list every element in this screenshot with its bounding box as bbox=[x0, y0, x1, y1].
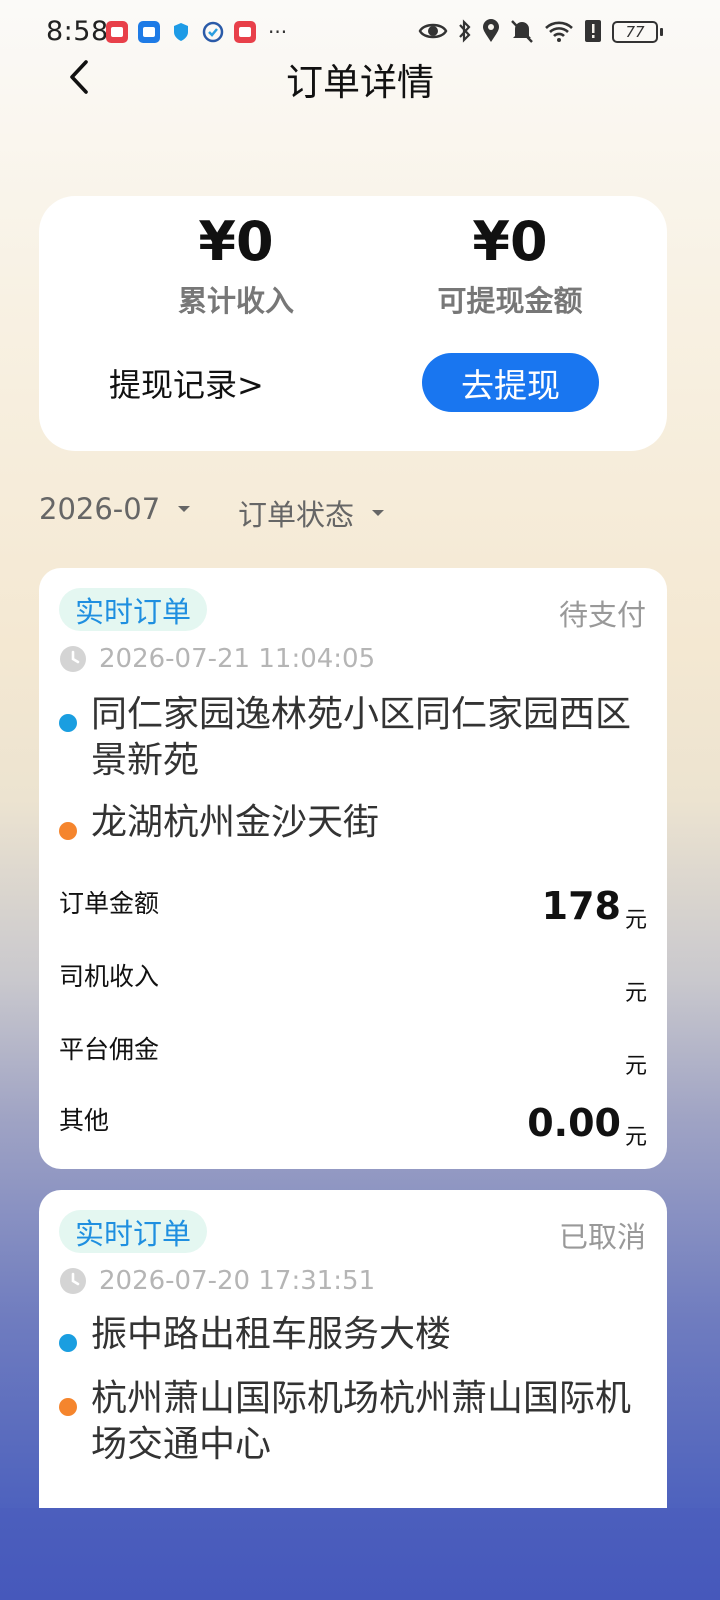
eye-icon bbox=[418, 19, 448, 47]
alert-icon bbox=[584, 18, 602, 48]
dropoff-address-text: 杭州萧山国际机场杭州萧山国际机场交通中心 bbox=[91, 1378, 632, 1465]
pickup-address-text: 振中路出租车服务大楼 bbox=[91, 1314, 452, 1355]
page-title: 订单详情 bbox=[286, 61, 434, 104]
month-filter-label: 2026-07 bbox=[39, 492, 161, 526]
caret-down-icon bbox=[372, 510, 385, 516]
other-fee-value: 0.00 bbox=[527, 1101, 621, 1145]
order-card[interactable]: 实时订单 待支付 2026-07-21 11:04:05 同仁家园逸林苑小区同仁… bbox=[39, 568, 667, 1169]
app-notification-icon bbox=[106, 21, 128, 43]
platform-commission-unit: 元 bbox=[624, 1054, 647, 1079]
security-badge-icon bbox=[202, 21, 224, 43]
pickup-address: 振中路出租车服务大楼 bbox=[59, 1312, 649, 1358]
bottom-background bbox=[0, 1508, 720, 1600]
order-time: 2026-07-20 17:31:51 bbox=[99, 1266, 376, 1296]
order-status: 待支付 bbox=[558, 598, 646, 632]
other-fee-label: 其他 bbox=[59, 1106, 110, 1135]
status-filter-label: 订单状态 bbox=[238, 498, 355, 532]
month-filter-dropdown[interactable]: 2026-07 bbox=[39, 492, 191, 526]
notification-icons: ··· bbox=[106, 20, 287, 44]
withdrawable-label: 可提现金额 bbox=[437, 284, 583, 318]
order-status: 已取消 bbox=[558, 1220, 646, 1254]
system-icons bbox=[418, 18, 602, 48]
destination-dot-icon bbox=[59, 822, 77, 840]
pickup-address: 同仁家园逸林苑小区同仁家园西区景新苑 bbox=[59, 692, 649, 784]
app-notification-icon bbox=[234, 21, 256, 43]
bluetooth-icon bbox=[458, 18, 472, 48]
total-income-label: 累计收入 bbox=[177, 284, 294, 318]
order-type-tag: 实时订单 bbox=[59, 1210, 208, 1253]
dropoff-address: 龙湖杭州金沙天街 bbox=[59, 800, 649, 846]
order-status-filter-dropdown[interactable]: 订单状态 bbox=[238, 492, 385, 534]
destination-dot-icon bbox=[59, 1398, 77, 1416]
battery-level: 77 bbox=[612, 21, 658, 43]
origin-dot-icon bbox=[59, 714, 77, 732]
origin-dot-icon bbox=[59, 1334, 77, 1352]
status-time: 8:58 bbox=[46, 16, 109, 47]
clock-icon bbox=[60, 1268, 86, 1294]
other-fee-unit: 元 bbox=[624, 1125, 647, 1150]
order-time: 2026-07-21 11:04:05 bbox=[99, 644, 376, 674]
dropoff-address-text: 龙湖杭州金沙天街 bbox=[91, 802, 380, 843]
earnings-summary-card: ¥0 累计收入 ¥0 可提现金额 提现记录> 去提现 bbox=[39, 196, 667, 451]
order-time-row: 2026-07-21 11:04:05 bbox=[59, 644, 375, 674]
pickup-address-text: 同仁家园逸林苑小区同仁家园西区景新苑 bbox=[91, 694, 632, 781]
driver-income-label: 司机收入 bbox=[59, 962, 160, 991]
order-amount-label: 订单金额 bbox=[59, 889, 160, 918]
mute-bell-icon bbox=[510, 18, 534, 48]
withdraw-button[interactable]: 去提现 bbox=[422, 353, 599, 412]
clock-icon bbox=[60, 646, 86, 672]
order-type-tag: 实时订单 bbox=[59, 588, 208, 631]
caret-down-icon bbox=[178, 506, 191, 512]
total-income-amount: ¥0 bbox=[198, 210, 274, 273]
battery-icon: 77 bbox=[612, 21, 663, 43]
withdrawable-amount: ¥0 bbox=[472, 210, 548, 273]
location-icon bbox=[482, 18, 500, 48]
withdraw-history-link[interactable]: 提现记录> bbox=[109, 360, 264, 406]
dropoff-address: 杭州萧山国际机场杭州萧山国际机场交通中心 bbox=[59, 1376, 649, 1468]
order-amount-unit: 元 bbox=[624, 908, 647, 933]
order-time-row: 2026-07-20 17:31:51 bbox=[59, 1266, 375, 1296]
wifi-icon bbox=[544, 19, 574, 47]
more-notifications-icon: ··· bbox=[268, 20, 288, 44]
driver-income-unit: 元 bbox=[624, 981, 647, 1006]
mail-notification-icon bbox=[138, 21, 160, 43]
platform-commission-label: 平台佣金 bbox=[59, 1035, 160, 1064]
order-card[interactable]: 实时订单 已取消 2026-07-20 17:31:51 振中路出租车服务大楼 … bbox=[39, 1190, 667, 1550]
shield-icon bbox=[170, 21, 192, 43]
order-amount-value: 178 bbox=[541, 884, 621, 928]
